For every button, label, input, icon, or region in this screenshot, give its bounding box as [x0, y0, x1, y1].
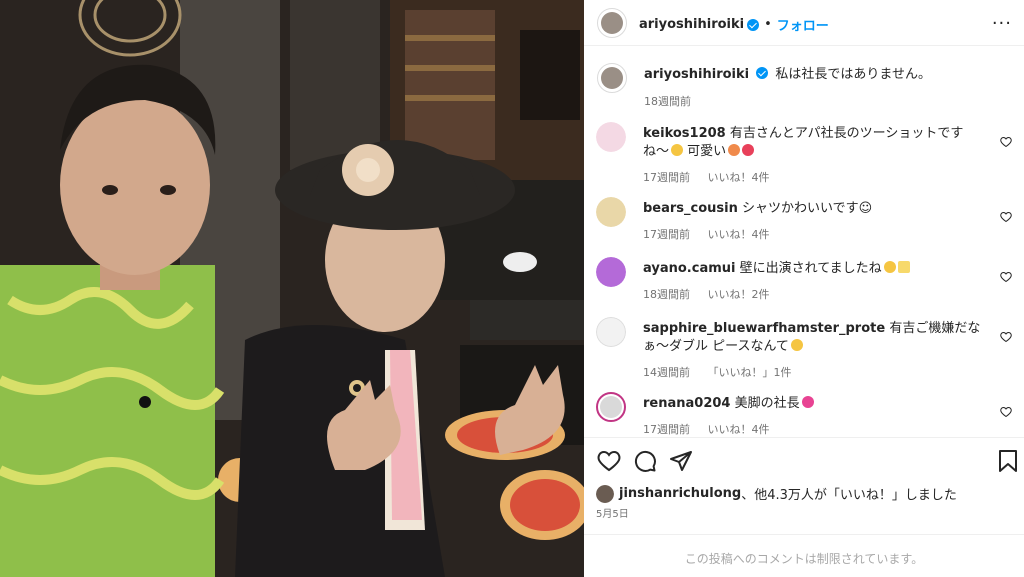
- caption-username[interactable]: ariyoshihiroiki: [644, 67, 749, 82]
- comment-like-heart-icon[interactable]: [1000, 136, 1012, 148]
- photo-illustration: [0, 0, 584, 577]
- action-bar: [584, 437, 1024, 487]
- post-photo[interactable]: [0, 0, 584, 577]
- comments-restricted-footer: この投稿へのコメントは制限されています。: [584, 534, 1024, 577]
- caption-time[interactable]: 18週間前: [644, 93, 1014, 109]
- comment-time[interactable]: 17週間前: [643, 228, 690, 241]
- caption-text: 私は社長ではありません。: [775, 67, 932, 82]
- comment-username[interactable]: sapphire_bluewarfhamster_prote: [643, 321, 885, 336]
- comment-time[interactable]: 14週間前: [643, 366, 690, 379]
- comment-icon[interactable]: [633, 449, 657, 473]
- comment-likes[interactable]: 「いいね！」1件: [708, 366, 792, 379]
- comment-avatar[interactable]: [596, 317, 626, 347]
- comment-like-heart-icon[interactable]: [1000, 271, 1012, 283]
- liker-avatar[interactable]: [596, 484, 614, 503]
- comment-avatar[interactable]: [596, 257, 626, 287]
- comment-meta: 17週間前 いいね！4件: [643, 226, 983, 244]
- comment-text-tail: 可愛い: [687, 144, 727, 159]
- comment-body: ayano.camui 壁に出演されてましたね 18週間前 いいね！2件: [643, 260, 983, 304]
- header-avatar[interactable]: [597, 8, 627, 38]
- comment-likes[interactable]: いいね！4件: [708, 228, 770, 241]
- comment-time[interactable]: 17週間前: [643, 423, 690, 435]
- grinning-emoji-icon: [883, 261, 896, 273]
- comment-avatar[interactable]: [596, 197, 626, 227]
- comment-text: 壁に出演されてましたね: [739, 261, 882, 276]
- comment-likes[interactable]: いいね！2件: [708, 288, 770, 301]
- comment-meta: 17週間前 いいね！4件: [643, 421, 983, 435]
- comment-avatar[interactable]: [596, 392, 626, 422]
- comment-text-tail: ピースなんて: [712, 339, 789, 354]
- comments-restricted-text: この投稿へのコメントは制限されています。: [684, 552, 924, 566]
- likes-count-text[interactable]: 、他4.3万人が「いいね！」しました: [741, 484, 957, 503]
- comment-time[interactable]: 18週間前: [643, 288, 690, 301]
- liker-username[interactable]: jinshanrichulong: [619, 486, 741, 501]
- caption: ariyoshihiroiki 私は社長ではありません。 18週間前: [644, 66, 1014, 109]
- comment-text: 美脚の社長: [734, 396, 800, 411]
- comment-like-heart-icon[interactable]: [1000, 331, 1012, 343]
- header-username[interactable]: ariyoshihiroiki: [639, 17, 744, 32]
- comment-meta: 18週間前 いいね！2件: [643, 286, 983, 304]
- smiling-emoji-icon: [790, 339, 803, 351]
- comment-meta: 14週間前 「いいね！」1件: [643, 364, 983, 382]
- verified-icon: [756, 67, 769, 79]
- bookmark-icon[interactable]: [997, 449, 1019, 473]
- caption-avatar[interactable]: [597, 63, 627, 93]
- love-emoji-icon: [728, 144, 741, 156]
- comment-username[interactable]: bears_cousin: [643, 201, 738, 216]
- comment-like-heart-icon[interactable]: [1000, 211, 1012, 223]
- comment-time[interactable]: 17週間前: [643, 171, 690, 184]
- comments-list[interactable]: keikos1208 有吉さんとアパ社長のツーショットですね〜 可愛い 17週間…: [584, 112, 1024, 435]
- heart-emoji-icon: [742, 144, 755, 156]
- comment-username[interactable]: renana0204: [643, 396, 730, 411]
- sparkles-emoji-icon: [897, 261, 910, 273]
- comment-avatar[interactable]: [596, 122, 626, 152]
- comment-meta: 17週間前 いいね！4件: [643, 169, 983, 187]
- comment-likes[interactable]: いいね！4件: [708, 423, 770, 435]
- comment-body: keikos1208 有吉さんとアパ社長のツーショットですね〜 可愛い 17週間…: [643, 125, 983, 187]
- share-icon[interactable]: [669, 449, 693, 473]
- post-sidebar: ariyoshihiroiki • フォロー ··· ariyoshihiroi…: [584, 0, 1024, 577]
- grinning-emoji-icon: [671, 144, 684, 156]
- heart-icon[interactable]: [597, 449, 621, 473]
- verified-icon: [747, 18, 760, 31]
- likes-summary: jinshanrichulong 、他4.3万人が「いいね！」しました: [596, 484, 957, 503]
- comment-likes[interactable]: いいね！4件: [708, 171, 770, 184]
- comment-like-heart-icon[interactable]: [1000, 406, 1012, 418]
- comment-text: シャツかわいいです☺: [742, 201, 873, 216]
- comment-username[interactable]: ayano.camui: [643, 261, 735, 276]
- comment-body: sapphire_bluewarfhamster_prote 有吉ご機嫌だなぁ〜…: [643, 320, 983, 382]
- caption-line: ariyoshihiroiki 私は社長ではありません。: [644, 66, 1014, 84]
- follow-button[interactable]: フォロー: [777, 15, 829, 34]
- post-date[interactable]: 5月5日: [596, 505, 629, 520]
- heart-eyes-emoji-icon: [801, 396, 814, 408]
- post-header: ariyoshihiroiki • フォロー ···: [584, 0, 1024, 46]
- comment-body: bears_cousin シャツかわいいです☺ 17週間前 いいね！4件: [643, 200, 983, 244]
- comment-username[interactable]: keikos1208: [643, 126, 726, 141]
- more-icon[interactable]: ···: [992, 13, 1012, 34]
- separator-dot: •: [764, 17, 772, 32]
- comment-body: renana0204 美脚の社長 17週間前 いいね！4件: [643, 395, 983, 435]
